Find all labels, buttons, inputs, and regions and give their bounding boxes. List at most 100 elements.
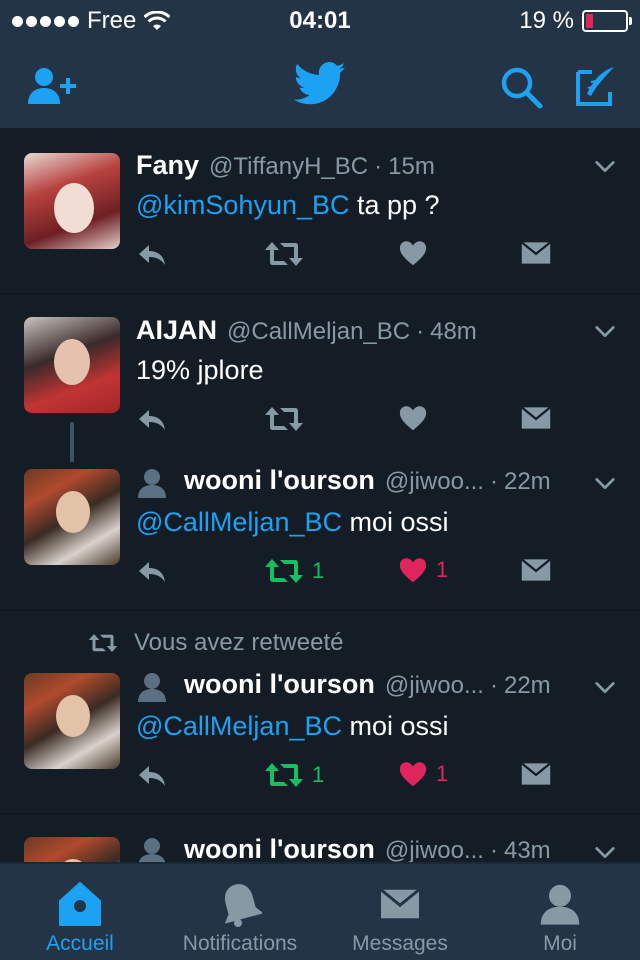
- tab-me[interactable]: Moi: [500, 864, 620, 960]
- envelope-icon: [380, 888, 420, 919]
- avatar[interactable]: [24, 837, 120, 862]
- tweet-header: wooni l'ourson @jiwoo... · 22m: [136, 465, 580, 501]
- tweet-time: 15m: [388, 153, 435, 180]
- avatar[interactable]: [24, 673, 120, 769]
- tweet[interactable]: Vous avez retweeté wooni l'ourson @jiwoo…: [0, 611, 640, 813]
- tweet-actions: 1 1: [136, 555, 616, 595]
- avatar[interactable]: [24, 469, 120, 565]
- person-icon: [136, 836, 168, 862]
- user-handle[interactable]: @TiffanyH_BC: [209, 153, 368, 181]
- tweet-text-content: moi ossi: [341, 711, 449, 741]
- like-count: 1: [436, 761, 449, 786]
- retweet-icon: [264, 403, 304, 435]
- battery-level-fill: [586, 14, 593, 28]
- direct-message-button[interactable]: [520, 403, 552, 433]
- heart-icon: [398, 759, 428, 789]
- separator-dot: ·: [416, 318, 425, 345]
- person-icon: [136, 467, 168, 499]
- heart-icon: [398, 403, 428, 433]
- like-count: 1: [436, 557, 449, 582]
- tweet-text: 19% jplore: [136, 355, 610, 386]
- retweet-count: 1: [312, 558, 325, 583]
- tweet[interactable]: Fany @TiffanyH_BC · 15m @kimSohyun_BC ta…: [0, 128, 640, 294]
- tab-label: Messages: [352, 932, 448, 955]
- separator-dot: ·: [374, 153, 383, 180]
- retweet-icon: [264, 555, 304, 587]
- avatar-face: [56, 695, 90, 737]
- retweet-button[interactable]: [264, 238, 304, 270]
- tweet[interactable]: wooni l'ourson @jiwoo... · 43m: [0, 815, 640, 862]
- heart-icon: [398, 555, 428, 585]
- person-icon: [136, 671, 168, 703]
- tweet-header: AIJAN @CallMeljan_BC · 48m: [136, 315, 580, 351]
- tweet-text: @CallMeljan_BC moi ossi: [136, 711, 610, 742]
- reply-button[interactable]: [136, 759, 168, 791]
- tab-home[interactable]: Accueil: [20, 864, 140, 960]
- tab-label: Accueil: [46, 932, 114, 955]
- tweet[interactable]: AIJAN @CallMeljan_BC · 48m 19% jplore: [0, 295, 640, 443]
- reply-icon: [136, 759, 168, 791]
- envelope-icon: [520, 555, 552, 585]
- chevron-down-icon[interactable]: [594, 473, 616, 495]
- direct-message-button[interactable]: [520, 555, 552, 585]
- avatar[interactable]: [24, 317, 120, 413]
- chevron-down-icon[interactable]: [594, 842, 616, 862]
- reply-button[interactable]: [136, 555, 168, 587]
- user-handle[interactable]: @CallMeljan_BC: [227, 318, 410, 346]
- user-handle[interactable]: @jiwoo...: [385, 672, 484, 700]
- retweet-button[interactable]: 1: [264, 759, 324, 791]
- tweet-time: 48m: [430, 318, 477, 345]
- timeline[interactable]: Fany @TiffanyH_BC · 15m @kimSohyun_BC ta…: [0, 128, 640, 862]
- display-name[interactable]: wooni l'ourson: [184, 834, 375, 862]
- bottom-tab-bar: Accueil Notifications Messages Moi: [0, 862, 640, 960]
- avatar-face: [54, 339, 90, 385]
- twitter-bird-icon[interactable]: [293, 62, 347, 106]
- retweet-count: 1: [312, 762, 325, 787]
- person-icon: [540, 884, 580, 925]
- tweet-time: 43m: [503, 837, 551, 862]
- tab-notifications[interactable]: Notifications: [160, 864, 320, 960]
- user-handle[interactable]: @jiwoo...: [385, 837, 484, 862]
- direct-message-button[interactable]: [520, 759, 552, 789]
- separator-dot: ·: [489, 837, 498, 862]
- like-button[interactable]: [398, 238, 428, 268]
- tweet-text-content: 19% jplore: [136, 355, 264, 385]
- avatar-face: [54, 183, 94, 233]
- reply-icon: [136, 403, 168, 435]
- separator-dot: ·: [489, 468, 498, 495]
- mention-link[interactable]: @CallMeljan_BC: [136, 507, 342, 537]
- display-name[interactable]: AIJAN: [136, 315, 217, 346]
- compose-icon[interactable]: [574, 64, 618, 108]
- bell-icon: [224, 884, 262, 927]
- direct-message-button[interactable]: [520, 238, 552, 268]
- user-handle[interactable]: @jiwoo...: [385, 468, 484, 496]
- like-button[interactable]: 1: [398, 759, 448, 789]
- retweet-button[interactable]: [264, 403, 304, 435]
- display-name[interactable]: wooni l'ourson: [184, 465, 375, 496]
- chevron-down-icon[interactable]: [594, 321, 616, 343]
- retweet-icon: [88, 631, 118, 655]
- reply-button[interactable]: [136, 403, 168, 435]
- tab-messages[interactable]: Messages: [330, 864, 470, 960]
- avatar[interactable]: [24, 153, 120, 249]
- reply-button[interactable]: [136, 238, 168, 270]
- battery-status: 19 %: [519, 7, 632, 35]
- like-button[interactable]: 1: [398, 555, 448, 585]
- mention-link[interactable]: @kimSohyun_BC: [136, 190, 350, 220]
- search-icon[interactable]: [500, 66, 544, 110]
- add-user-icon[interactable]: [26, 66, 78, 106]
- envelope-icon: [520, 759, 552, 789]
- like-button[interactable]: [398, 403, 428, 433]
- mention-link[interactable]: @CallMeljan_BC: [136, 711, 342, 741]
- chevron-down-icon[interactable]: [594, 677, 616, 699]
- tweet-header: wooni l'ourson @jiwoo... · 43m: [136, 834, 580, 862]
- display-name[interactable]: wooni l'ourson: [184, 669, 375, 700]
- chevron-down-icon[interactable]: [594, 156, 616, 178]
- display-name[interactable]: Fany: [136, 150, 199, 181]
- retweet-icon: [264, 238, 304, 270]
- avatar-face: [56, 491, 90, 533]
- status-bar: Free 04:01 19 %: [0, 0, 640, 40]
- tweet-text: @kimSohyun_BC ta pp ?: [136, 190, 610, 221]
- tweet[interactable]: wooni l'ourson @jiwoo... · 22m @CallMelj…: [0, 443, 640, 609]
- retweet-button[interactable]: 1: [264, 555, 324, 587]
